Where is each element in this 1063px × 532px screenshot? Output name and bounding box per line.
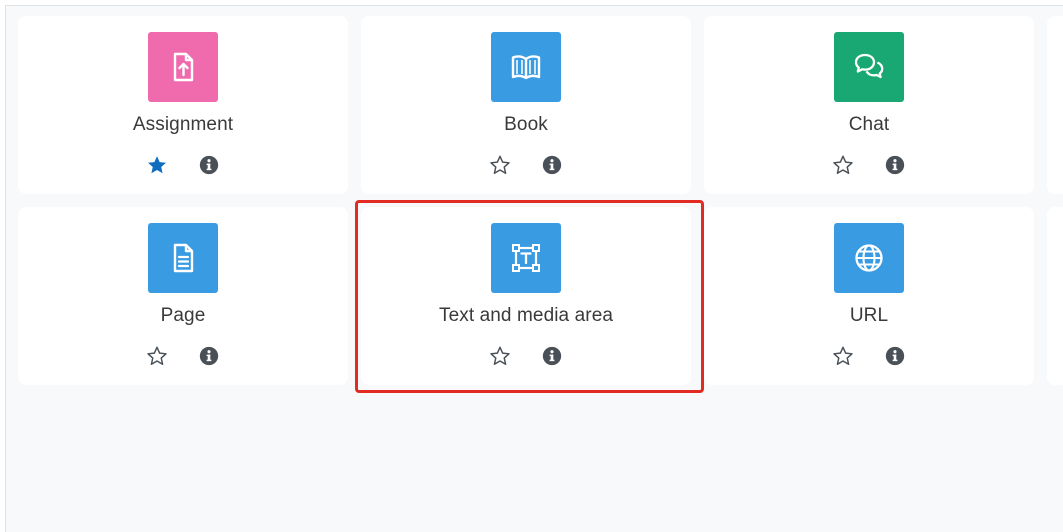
module-label: Assignment — [132, 114, 234, 135]
module-card-partial[interactable] — [1047, 207, 1063, 385]
module-label: URL — [849, 305, 889, 326]
star-outline-icon[interactable] — [146, 345, 168, 367]
chat-icon — [854, 53, 884, 79]
star-filled-icon[interactable] — [146, 154, 168, 176]
star-outline-icon[interactable] — [489, 154, 511, 176]
info-icon[interactable] — [541, 345, 563, 367]
module-card-text-and-media-area[interactable]: Text and media area — [361, 207, 691, 385]
url-tile[interactable] — [834, 223, 904, 293]
info-icon[interactable] — [198, 154, 220, 176]
info-icon[interactable] — [884, 345, 906, 367]
info-icon[interactable] — [541, 154, 563, 176]
assignment-tile[interactable] — [148, 32, 218, 102]
activity-chooser: Assignment Book Chat Page Text and media… — [5, 5, 1063, 532]
module-actions — [361, 154, 691, 178]
module-label: Text and media area — [438, 305, 614, 326]
module-card-partial[interactable] — [1047, 16, 1063, 194]
info-icon[interactable] — [198, 345, 220, 367]
module-card-chat[interactable]: Chat — [704, 16, 1034, 194]
module-label: Chat — [848, 114, 890, 135]
module-label: Book — [504, 114, 548, 135]
page-icon — [173, 243, 194, 273]
chat-tile[interactable] — [834, 32, 904, 102]
star-outline-icon[interactable] — [489, 345, 511, 367]
module-actions — [361, 345, 691, 369]
module-card-assignment[interactable]: Assignment — [18, 16, 348, 194]
module-label: Page — [160, 305, 206, 326]
module-card-book[interactable]: Book — [361, 16, 691, 194]
book-icon — [511, 55, 541, 80]
module-actions — [18, 345, 348, 369]
page-tile[interactable] — [148, 223, 218, 293]
info-icon[interactable] — [884, 154, 906, 176]
module-card-url[interactable]: URL — [704, 207, 1034, 385]
text-media-icon — [512, 244, 540, 272]
star-outline-icon[interactable] — [832, 154, 854, 176]
module-actions — [704, 154, 1034, 178]
text-media-tile[interactable] — [491, 223, 561, 293]
assignment-icon — [173, 52, 194, 82]
module-actions — [704, 345, 1034, 369]
globe-icon — [855, 244, 883, 272]
module-actions — [18, 154, 348, 178]
book-tile[interactable] — [491, 32, 561, 102]
module-card-page[interactable]: Page — [18, 207, 348, 385]
star-outline-icon[interactable] — [832, 345, 854, 367]
